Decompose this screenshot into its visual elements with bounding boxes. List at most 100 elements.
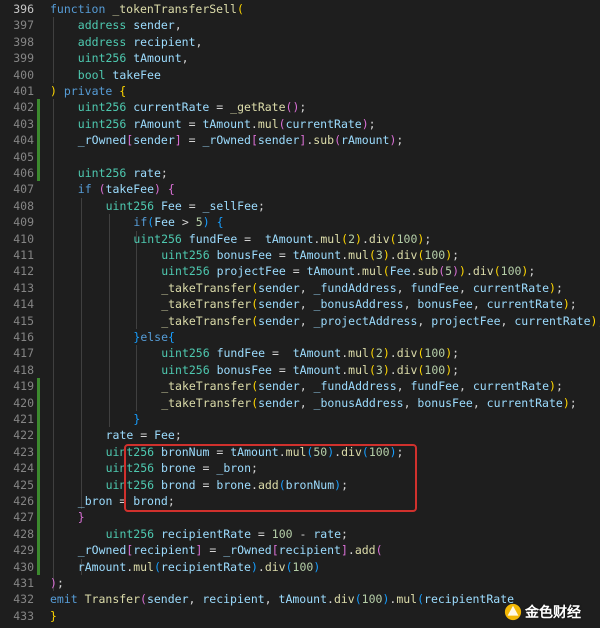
code-token: mul [348, 248, 369, 262]
code-token: 2 [375, 346, 383, 361]
code-line[interactable]: 396 function _tokenTransferSell( [0, 1, 600, 17]
code-line[interactable]: 415 _takeTransfer(sender, _projectAddress… [0, 313, 600, 329]
code-line[interactable]: 413 _takeTransfer(sender, _fundAddress, f… [0, 280, 600, 296]
code-line[interactable]: 405 [0, 149, 600, 165]
code-token: tAmount [292, 346, 342, 361]
line-number: 404 [13, 133, 34, 148]
code-token: 100 [500, 264, 522, 279]
code-line[interactable]: 402 uint256 currentRate = _getRate(); [0, 99, 600, 115]
code-line[interactable]: 416}else{ [0, 329, 600, 345]
code-token: takeFee [112, 67, 161, 82]
code-line[interactable]: 414 _takeTransfer(sender, _bonusAddress, … [0, 296, 600, 312]
code-line[interactable]: 411 uint256 bonusFee = tAmount.mul(3).div… [0, 247, 600, 263]
code-editor[interactable]: 396 function _tokenTransferSell(397 addres… [0, 0, 600, 628]
code-text: uint256 fundFee = tAmount.mul(2).div(100… [161, 345, 600, 361]
code-token: bool [77, 67, 113, 82]
code-line[interactable]: 398 address recipient, [0, 34, 600, 50]
code-token: ( [140, 592, 147, 607]
code-token: 100 [292, 559, 314, 574]
code-token: , [299, 297, 314, 312]
code-line[interactable]: 430 rAmount.mul(recipientRate).div(100) [0, 559, 600, 575]
code-line[interactable]: 409 if(Fee > 5) { [0, 214, 600, 230]
code-token: ) [313, 559, 321, 574]
code-token: ) [382, 248, 390, 262]
code-token: tAmount [278, 592, 327, 607]
line-number: 433 [13, 608, 34, 623]
code-token: mul [257, 116, 279, 131]
code-token: 2 [348, 231, 356, 246]
code-token: div [472, 264, 494, 279]
code-line[interactable]: 412 uint256 projectFee = tAmount.mul(Fee.… [0, 263, 600, 279]
code-line[interactable]: 403 uint256 rAmount = tAmount.mul(current… [0, 116, 600, 132]
code-token: mul [348, 346, 369, 361]
line-number: 418 [13, 362, 34, 377]
code-line[interactable]: 397 address sender, [0, 17, 600, 33]
code-line[interactable]: 407 if (takeFee) { [0, 181, 600, 197]
code-line[interactable]: 400 bool takeFee [0, 67, 600, 83]
code-text: uint256 currentRate = _getRate(); [78, 99, 600, 115]
code-token: . [389, 248, 397, 262]
code-token: ( [285, 559, 293, 574]
line-number: 431 [13, 576, 34, 590]
code-token: rAmount [77, 559, 127, 574]
code-token: ( [368, 248, 376, 262]
code-token: _bron [77, 494, 113, 508]
code-token: _getRate [230, 100, 286, 115]
code-token: ) [50, 84, 57, 98]
code-token: tAmount [264, 231, 314, 246]
code-token: ; [257, 198, 265, 213]
code-token: ; [341, 526, 348, 541]
code-line[interactable]: 404 _rOwned[sender] = _rOwned[sender].sub… [0, 132, 600, 148]
code-token: = [202, 543, 224, 558]
code-token: fundFee [410, 280, 459, 295]
code-line[interactable]: 418 uint256 bonusFee = tAmount.mul(3).div… [0, 362, 600, 378]
code-line[interactable]: 420 _takeTransfer(sender, _bonusAddress, … [0, 395, 600, 411]
code-token: uint256 [161, 264, 217, 279]
highlight-box [124, 444, 417, 512]
code-line[interactable]: 419 _takeTransfer(sender, _fundAddress, f… [0, 378, 600, 394]
code-token: currentRate [486, 297, 563, 312]
code-token: div [396, 346, 418, 361]
code-line[interactable]: 408 uint256 Fee = _sellFee; [0, 198, 600, 214]
code-token: ; [160, 166, 168, 180]
golden-logo-icon [504, 603, 522, 621]
code-token: = [251, 526, 272, 541]
line-number: 403 [13, 116, 34, 131]
code-line[interactable]: 410 uint256 fundFee = tAmount.mul(2).div(… [0, 231, 600, 247]
code-line[interactable]: 406 uint256 rate; [0, 165, 600, 181]
code-token: ; [299, 100, 307, 115]
code-token: . [465, 264, 473, 279]
code-token: ) [154, 182, 161, 197]
code-token: takeFee [105, 182, 154, 197]
code-token: [ [271, 543, 279, 558]
code-line[interactable]: 422 rate = Fee; [0, 427, 600, 443]
code-line[interactable]: 428 uint256 recipientRate = 100 - rate; [0, 526, 600, 542]
code-line[interactable]: 429 _rOwned[recipient] = _rOwned[recipien… [0, 542, 600, 558]
code-line[interactable]: 399 uint256 tAmount, [0, 50, 600, 66]
code-token: , [403, 395, 418, 410]
code-token: , [500, 313, 515, 328]
code-token: ; [569, 297, 577, 312]
code-token: , [403, 297, 418, 312]
line-number: 427 [13, 510, 34, 525]
code-line[interactable]: 421} [0, 411, 600, 427]
code-text: _rOwned[recipient] = _rOwned[recipient].… [78, 542, 600, 558]
code-token: ) [549, 280, 556, 295]
code-line[interactable]: 431); [0, 575, 600, 591]
line-number: 400 [13, 67, 34, 82]
code-token: 100 [424, 346, 446, 361]
code-text: ); [50, 575, 600, 591]
code-token: mul [362, 264, 383, 279]
line-number: 426 [13, 494, 34, 508]
code-token: tAmount [292, 248, 342, 262]
code-token: currentRate [133, 100, 210, 115]
code-text: uint256 rAmount = tAmount.mul(currentRat… [78, 116, 600, 132]
code-line[interactable]: 417 uint256 fundFee = tAmount.mul(2).div(… [0, 345, 600, 361]
code-text: bool takeFee [78, 67, 600, 83]
code-token: add [354, 543, 376, 558]
code-token: ] [340, 543, 348, 558]
code-line[interactable]: 401) private { [0, 83, 600, 99]
code-token: tAmount [292, 362, 342, 377]
